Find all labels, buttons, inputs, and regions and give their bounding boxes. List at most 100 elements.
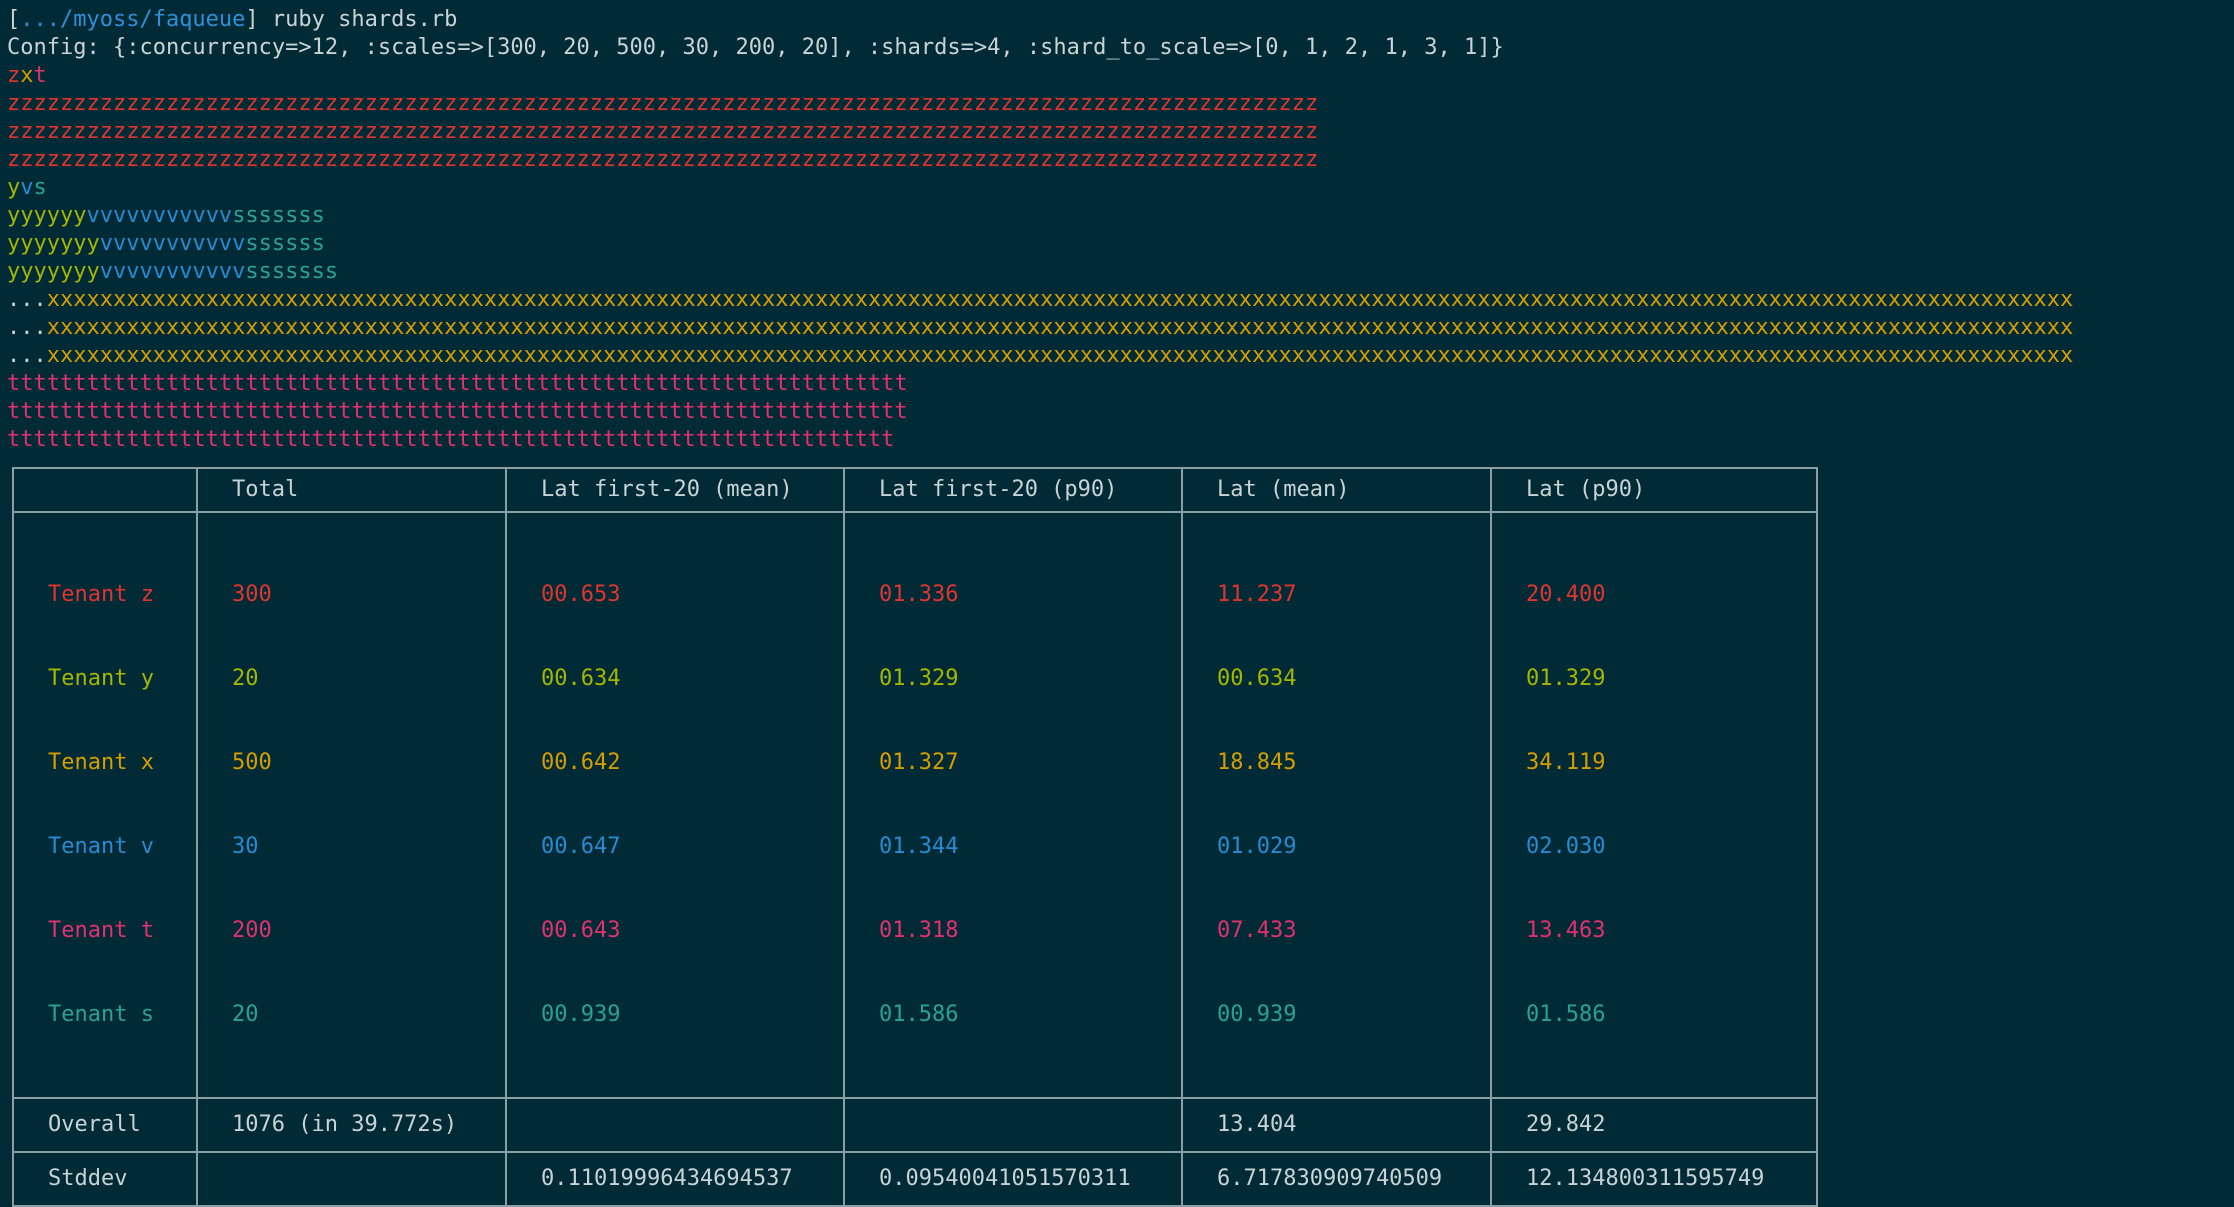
stddev-row: Stddev 0.11019996434694537 0.09540041051… (12, 1151, 1818, 1207)
header-cell-total: Total (196, 467, 507, 513)
tenant-x-first20-p90: 01.327 (879, 750, 959, 775)
tenant-z-first20-mean: 00.653 (541, 582, 621, 607)
s-output: sssssss (245, 259, 339, 284)
tenant-s-total: 20 (232, 1002, 259, 1027)
stddev-label: Stddev (12, 1151, 198, 1207)
tenant-z-lat-mean: 11.237 (1217, 582, 1297, 607)
ellipsis: ... (7, 315, 47, 340)
tenant-s-first20-mean: 00.939 (541, 1002, 621, 1027)
tenant-z-first20-p90: 01.336 (879, 582, 959, 607)
shard-t-label: t (33, 63, 47, 88)
config-line: Config: {:concurrency=>12, :scales=>[300… (7, 35, 1504, 60)
tenant-z-lat-p90: 20.400 (1526, 582, 1606, 607)
tenant-t-label: Tenant t (48, 918, 154, 943)
overall-label: Overall (12, 1097, 198, 1153)
tenant-v-lat-mean: 01.029 (1217, 834, 1297, 859)
x-output: xxxxxxxxxxxxxxxxxxxxxxxxxxxxxxxxxxxxxxxx… (46, 287, 2074, 312)
tenant-t-first20-mean: 00.643 (541, 918, 621, 943)
tenant-s-label: Tenant s (48, 1002, 154, 1027)
tenant-v-first20-mean: 00.647 (541, 834, 621, 859)
x-output-row: ...xxxxxxxxxxxxxxxxxxxxxxxxxxxxxxxxxxxxx… (7, 286, 2234, 314)
prompt-open-bracket: [ (7, 7, 21, 32)
tenant-x-lat-p90: 34.119 (1526, 750, 1606, 775)
tenant-z-total: 300 (232, 582, 272, 607)
z-output-row: zzzzzzzzzzzzzzzzzzzzzzzzzzzzzzzzzzzzzzzz… (7, 147, 1319, 172)
t-output-row: tttttttttttttttttttttttttttttttttttttttt… (7, 399, 908, 424)
tenant-x-first20-mean: 00.642 (541, 750, 621, 775)
x-output: xxxxxxxxxxxxxxxxxxxxxxxxxxxxxxxxxxxxxxxx… (46, 343, 2074, 368)
tenant-y-label: Tenant y (48, 666, 154, 691)
z-output-row: zzzzzzzzzzzzzzzzzzzzzzzzzzzzzzzzzzzzzzzz… (7, 119, 1319, 144)
stddev-lat-mean: 6.717830909740509 (1181, 1151, 1492, 1207)
s-output: ssssss (245, 231, 325, 256)
yvs-output-row: yyyyyyvvvvvvvvvvvsssssss (7, 202, 2234, 230)
tenant-v-label: Tenant v (48, 834, 154, 859)
terminal-window[interactable]: [.../myoss/faqueue] ruby shards.rb Confi… (0, 0, 2234, 1207)
v-output: vvvvvvvvvvv (99, 231, 246, 256)
tenant-lat-p90-cell: 20.400 01.329 34.119 02.030 13.463 01.58… (1490, 511, 1818, 1099)
y-output: yyyyyy (7, 203, 87, 228)
prompt-command: ruby shards.rb (258, 7, 458, 32)
tenant-x-label: Tenant x (48, 750, 154, 775)
stddev-first20-mean: 0.11019996434694537 (505, 1151, 845, 1207)
stddev-lat-p90: 12.134800311595749 (1490, 1151, 1818, 1207)
tenant-first20-mean-cell: 00.653 00.634 00.642 00.647 00.643 00.93… (505, 511, 845, 1099)
prompt-path: .../myoss/faqueue (20, 7, 246, 32)
results-table: Total Lat first-20 (mean) Lat first-20 (… (12, 467, 1818, 1207)
header-cell-lat-p90: Lat (p90) (1490, 467, 1818, 513)
shard-x-label: x (20, 63, 34, 88)
overall-lat-mean: 13.404 (1181, 1097, 1492, 1153)
overall-row: Overall 1076 (in 39.772s) 13.404 29.842 (12, 1097, 1818, 1153)
tenant-y-first20-p90: 01.329 (879, 666, 959, 691)
tenant-t-first20-p90: 01.318 (879, 918, 959, 943)
tenant-s-first20-p90: 01.586 (879, 1002, 959, 1027)
header-cell-tenant (12, 467, 198, 513)
x-output-row: ...xxxxxxxxxxxxxxxxxxxxxxxxxxxxxxxxxxxxx… (7, 342, 2234, 370)
v-output: vvvvvvvvvvv (99, 259, 246, 284)
tenant-v-total: 30 (232, 834, 259, 859)
y-output: yyyyyyy (7, 259, 100, 284)
shard-group-yvs: yvs (7, 174, 2234, 202)
prompt-close-bracket: ] (245, 7, 259, 32)
shard-y-label: y (7, 175, 21, 200)
ellipsis: ... (7, 343, 47, 368)
header-cell-first20-p90: Lat first-20 (p90) (843, 467, 1183, 513)
overall-first20-p90 (843, 1097, 1183, 1153)
tenant-y-first20-mean: 00.634 (541, 666, 621, 691)
x-output: xxxxxxxxxxxxxxxxxxxxxxxxxxxxxxxxxxxxxxxx… (46, 315, 2074, 340)
tenant-rows: Tenant z Tenant y Tenant x Tenant v Tena… (12, 511, 1818, 1099)
tenant-total-cell: 300 20 500 30 200 20 (196, 511, 507, 1099)
tenant-v-lat-p90: 02.030 (1526, 834, 1606, 859)
x-output-row: ...xxxxxxxxxxxxxxxxxxxxxxxxxxxxxxxxxxxxx… (7, 314, 2234, 342)
tenant-x-lat-mean: 18.845 (1217, 750, 1297, 775)
tenant-lat-mean-cell: 11.237 00.634 18.845 01.029 07.433 00.93… (1181, 511, 1492, 1099)
tenant-v-first20-p90: 01.344 (879, 834, 959, 859)
header-cell-lat-mean: Lat (mean) (1181, 467, 1492, 513)
tenant-t-lat-p90: 13.463 (1526, 918, 1606, 943)
tenant-s-lat-mean: 00.939 (1217, 1002, 1297, 1027)
prompt-line: [.../myoss/faqueue] ruby shards.rb (7, 6, 2234, 34)
overall-lat-p90: 29.842 (1490, 1097, 1818, 1153)
tenant-x-total: 500 (232, 750, 272, 775)
ellipsis: ... (7, 287, 47, 312)
header-cell-first20-mean: Lat first-20 (mean) (505, 467, 845, 513)
yvs-output-row: yyyyyyyvvvvvvvvvvvssssss (7, 230, 2234, 258)
table-header-row: Total Lat first-20 (mean) Lat first-20 (… (12, 467, 1818, 513)
tenant-z-label: Tenant z (48, 582, 154, 607)
overall-total: 1076 (in 39.772s) (196, 1097, 507, 1153)
t-output-row: tttttttttttttttttttttttttttttttttttttttt… (7, 371, 908, 396)
tenant-s-lat-p90: 01.586 (1526, 1002, 1606, 1027)
tenant-t-total: 200 (232, 918, 272, 943)
tenant-t-lat-mean: 07.433 (1217, 918, 1297, 943)
t-output-row: tttttttttttttttttttttttttttttttttttttttt… (7, 427, 895, 452)
z-output-row: zzzzzzzzzzzzzzzzzzzzzzzzzzzzzzzzzzzzzzzz… (7, 91, 1319, 116)
shard-z-label: z (7, 63, 21, 88)
tenant-y-lat-mean: 00.634 (1217, 666, 1297, 691)
y-output: yyyyyyy (7, 231, 100, 256)
stddev-first20-p90: 0.09540041051570311 (843, 1151, 1183, 1207)
shard-s-label: s (33, 175, 47, 200)
overall-first20-mean (505, 1097, 845, 1153)
tenant-y-total: 20 (232, 666, 259, 691)
s-output: sssssss (232, 203, 325, 228)
shard-group-zxt: zxt (7, 62, 2234, 90)
